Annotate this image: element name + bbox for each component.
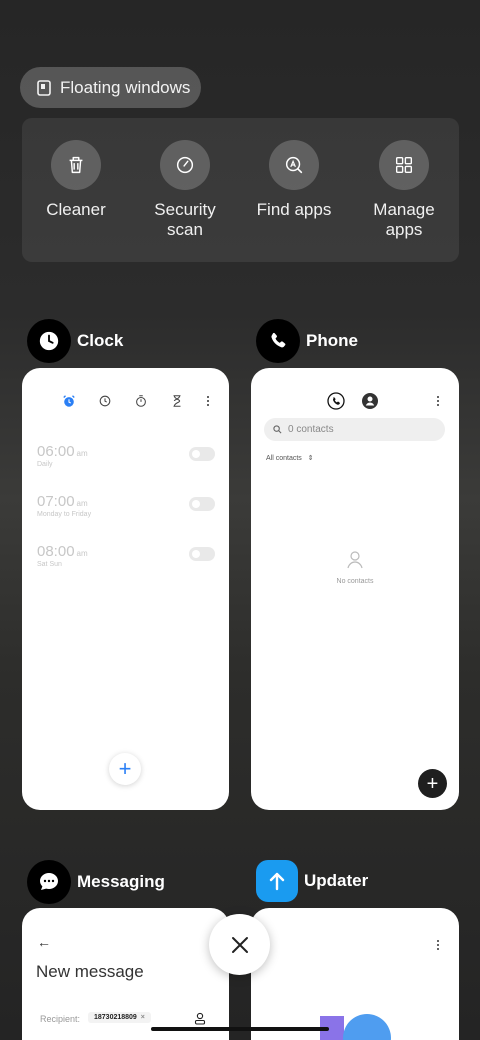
recipient-number: 18730218809 — [94, 1014, 137, 1021]
phone-app-name: Phone — [306, 331, 358, 350]
sort-arrows-icon: ⇕ — [307, 455, 314, 462]
add-alarm-button[interactable]: + — [109, 753, 141, 785]
floating-windows-label: Floating windows — [60, 77, 191, 97]
alarm-time: 06:00 — [37, 443, 75, 460]
alarm-ampm: am — [76, 499, 88, 508]
contacts-search-input[interactable]: 0 contacts — [264, 418, 445, 441]
contacts-filter-dropdown[interactable]: All contacts ⇕ — [266, 454, 314, 462]
alarm-toggle[interactable] — [189, 447, 215, 461]
updater-app-card[interactable] — [251, 908, 459, 1040]
filter-label: All contacts — [266, 455, 302, 462]
floating-windows-button[interactable]: Floating windows — [20, 67, 201, 108]
contacts-icon[interactable] — [361, 392, 379, 410]
phone-more-icon[interactable] — [437, 396, 440, 408]
new-message-title: New message — [36, 962, 144, 981]
messaging-app-header[interactable]: Messaging — [27, 860, 165, 904]
alarm-repeat: Sat Sun — [37, 561, 62, 568]
tool-label: Security scan — [154, 200, 216, 239]
alarm-row[interactable]: 08:00 am Sat Sun — [37, 543, 215, 568]
tool-label: Find apps — [256, 200, 332, 219]
alarm-row[interactable]: 07:00 am Monday to Friday — [37, 493, 215, 518]
tool-label: Cleaner — [46, 200, 106, 219]
floating-window-icon — [37, 79, 51, 96]
back-arrow-icon[interactable]: ← — [37, 934, 51, 950]
clock-app-name: Clock — [77, 331, 124, 350]
add-contact-button[interactable]: + — [418, 769, 447, 798]
find-apps-icon — [269, 140, 319, 190]
clock-more-icon[interactable] — [207, 396, 210, 408]
phone-app-icon — [256, 319, 300, 363]
security-scan-icon — [160, 140, 210, 190]
empty-person-icon — [345, 550, 365, 575]
recipient-chip[interactable]: 18730218809 × — [88, 1012, 151, 1023]
alarm-icon[interactable] — [62, 394, 76, 408]
call-log-icon[interactable] — [327, 392, 345, 410]
clock-app-icon — [27, 319, 71, 363]
alarm-toggle[interactable] — [189, 497, 215, 511]
trash-icon — [51, 140, 101, 190]
timer-icon[interactable] — [170, 394, 184, 408]
phone-app-card[interactable]: 0 contacts All contacts ⇕ No contacts + — [251, 368, 459, 810]
alarm-ampm: am — [76, 449, 88, 458]
search-icon — [273, 425, 282, 434]
stopwatch-icon[interactable] — [134, 394, 148, 408]
alarm-toggle[interactable] — [189, 547, 215, 561]
updater-app-name: Updater — [304, 871, 369, 890]
clock-app-header[interactable]: Clock — [27, 319, 123, 363]
remove-recipient-icon[interactable]: × — [141, 1014, 145, 1021]
updater-more-icon[interactable] — [437, 940, 440, 952]
tool-cleaner[interactable]: Cleaner — [26, 140, 126, 220]
search-placeholder: 0 contacts — [288, 424, 334, 435]
updater-illustration-circle — [343, 1014, 391, 1040]
recipient-label: Recipient: — [40, 1014, 81, 1024]
alarm-time: 08:00 — [37, 543, 75, 560]
close-icon — [231, 936, 248, 953]
tool-find-apps[interactable]: Find apps — [244, 140, 344, 220]
alarm-ampm: am — [76, 549, 88, 558]
phone-tabs — [327, 392, 379, 410]
clock-app-card[interactable]: 06:00 am Daily 07:00 am Monday to Friday 0… — [22, 368, 229, 810]
tool-security-scan[interactable]: Security scan — [135, 140, 235, 240]
messaging-app-name: Messaging — [77, 872, 165, 891]
alarm-repeat: Daily — [37, 461, 53, 468]
home-indicator[interactable] — [151, 1027, 329, 1031]
close-all-button[interactable] — [209, 914, 270, 975]
messaging-app-icon — [27, 860, 71, 904]
messaging-app-card[interactable]: ← New message Recipient: 18730218809 × — [22, 908, 229, 1040]
tool-manage-apps[interactable]: Manage apps — [354, 140, 454, 240]
empty-state-label: No contacts — [336, 578, 374, 585]
phone-app-header[interactable]: Phone — [256, 319, 358, 363]
alarm-repeat: Monday to Friday — [37, 511, 92, 518]
updater-app-icon — [256, 860, 298, 902]
grid-icon — [379, 140, 429, 190]
alarm-time: 07:00 — [37, 493, 75, 510]
tool-label: Manage apps — [373, 200, 435, 239]
clock-tabs — [62, 394, 184, 408]
alarm-row[interactable]: 06:00 am Daily — [37, 443, 215, 468]
world-clock-icon[interactable] — [98, 394, 112, 408]
updater-app-header[interactable]: Updater — [256, 860, 368, 902]
quick-tools-panel: Cleaner Security scan Find apps Manage a… — [22, 118, 459, 262]
